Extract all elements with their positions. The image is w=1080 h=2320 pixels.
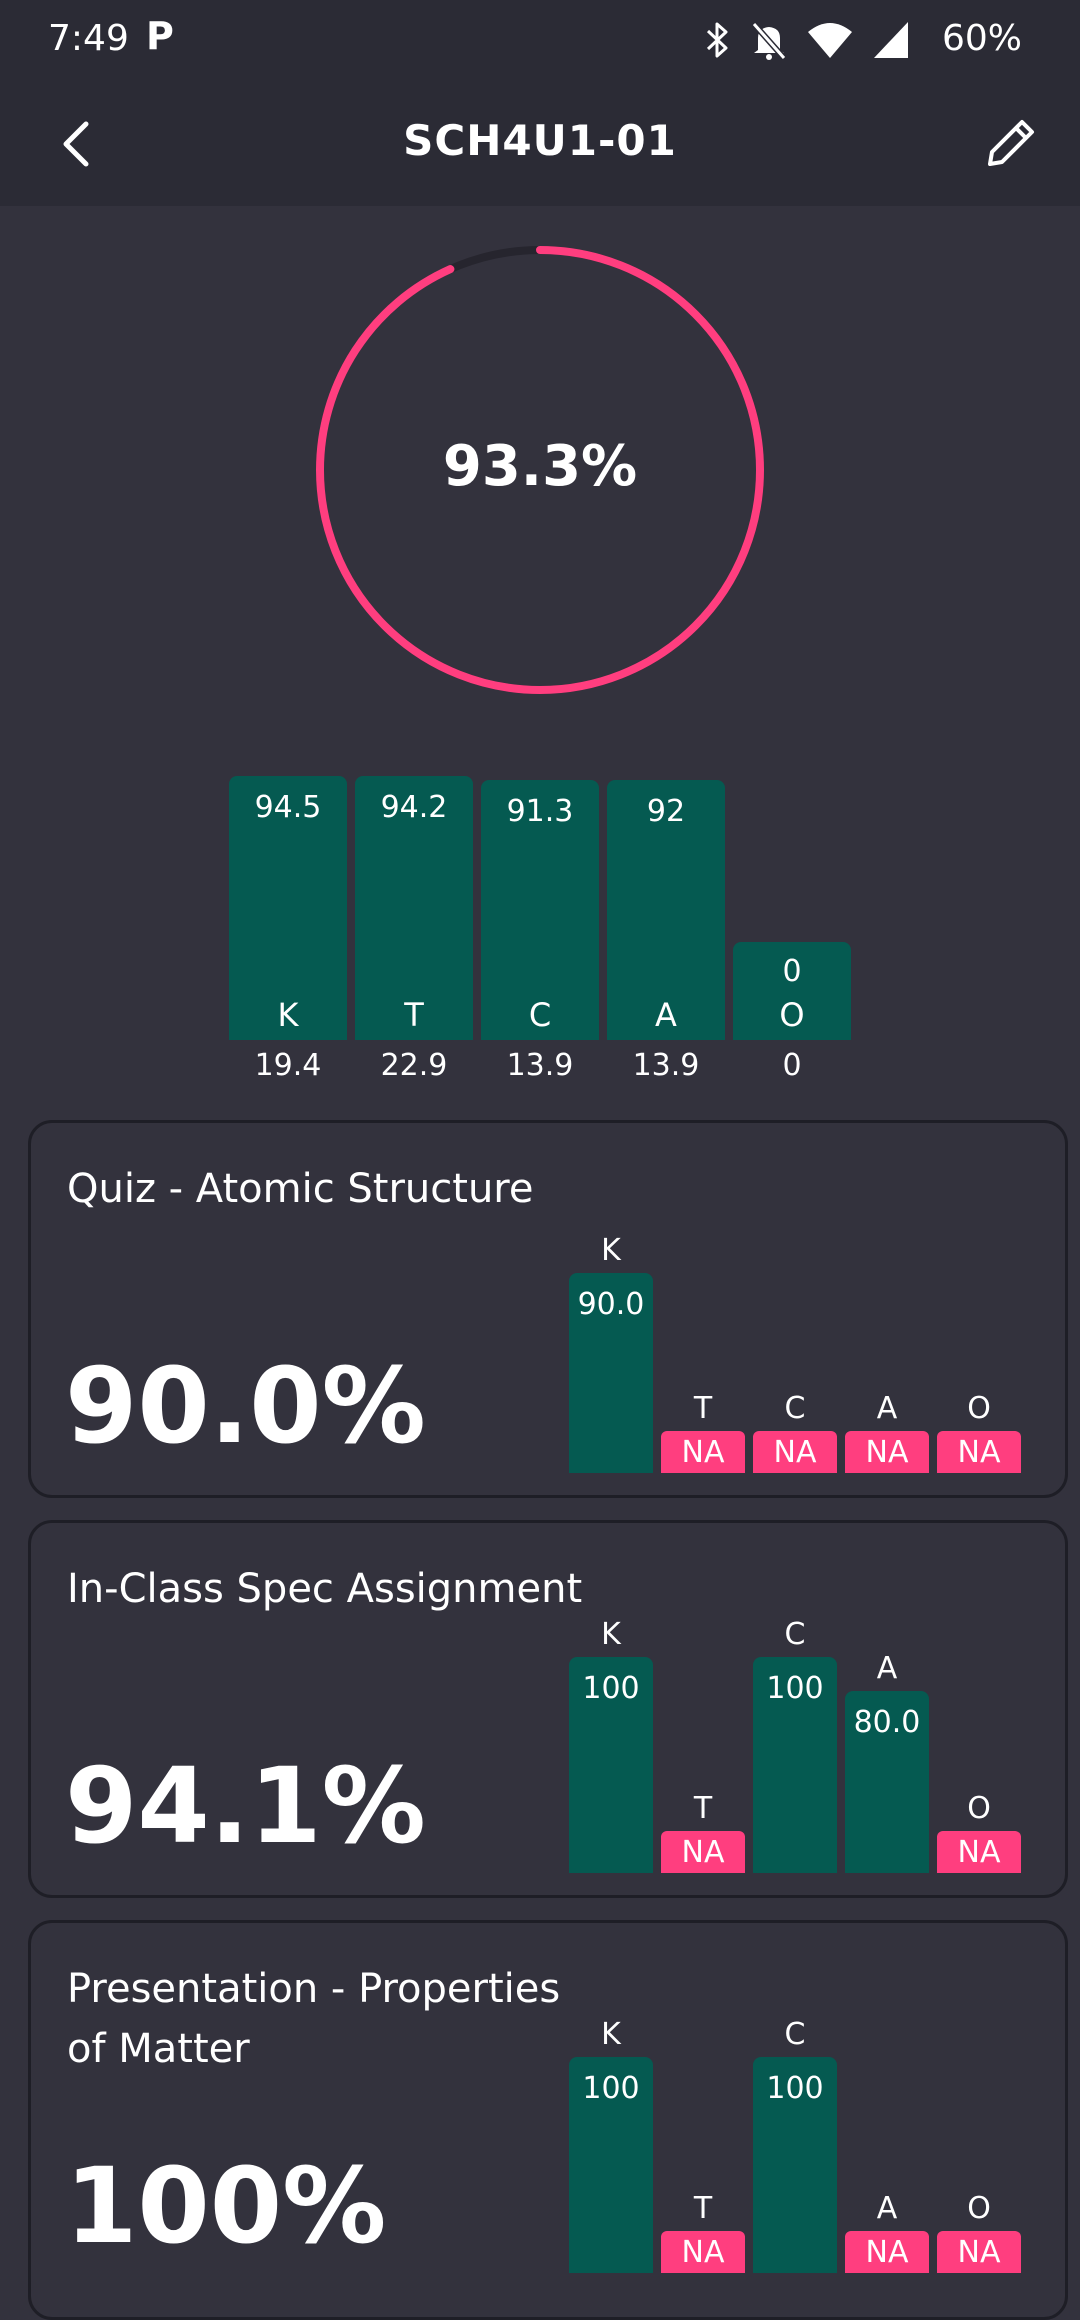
mark-bar-k: 90.0 (569, 1273, 653, 1473)
mark-label-k: K (601, 1617, 621, 1652)
mark-label-k: K (601, 1233, 621, 1268)
mark-bar-c: 100 (753, 2057, 837, 2273)
mark-label-a: A (876, 1391, 898, 1426)
mark-bar-k: 100 (569, 1657, 653, 1873)
wifi-icon (808, 23, 852, 58)
summary-value-o: 0 (782, 954, 802, 989)
mark-label-k: K (601, 2017, 621, 2052)
mark-na-t: NA (661, 1831, 745, 1873)
summary-bar-c: 91.3 C (481, 780, 599, 1040)
assessment-grade: 90.0% (65, 1345, 426, 1467)
status-bar: 7:49 P 60% (0, 0, 1080, 80)
page-title: SCH4U1-01 (403, 116, 677, 165)
mark-na-o: NA (937, 2231, 1021, 2273)
assessment-card[interactable]: Quiz - Atomic Structure 90.0% K 90.0 T N… (28, 1120, 1068, 1498)
app-notification-icon: P (146, 14, 174, 58)
assessment-title: Presentation - Properties of Matter (67, 1966, 561, 2072)
summary-label-o: O (779, 996, 805, 1034)
battery-level: 60% (941, 18, 1022, 59)
mark-na-a: NA (845, 1431, 929, 1473)
summary-bar-t: 94.2 T (355, 776, 473, 1040)
mark-label-a: A (876, 2191, 898, 2226)
summary-value-c: 91.3 (506, 794, 574, 829)
mark-na-c: NA (753, 1431, 837, 1473)
mark-label-c: C (784, 1617, 806, 1652)
mark-na-a: NA (845, 2231, 929, 2273)
mark-value-k: 100 (582, 1671, 640, 1706)
summary-label-a: A (655, 996, 677, 1034)
mark-value-a: 80.0 (853, 1705, 921, 1740)
summary-value-a: 92 (646, 794, 686, 829)
summary-label-k: K (277, 996, 299, 1034)
summary-weight-a: 13.9 (632, 1048, 700, 1083)
assessment-title: In-Class Spec Assignment (67, 1566, 583, 1612)
summary-value-t: 94.2 (380, 790, 448, 825)
mark-na-t: NA (661, 2231, 745, 2273)
mark-label-c: C (784, 2017, 806, 2052)
summary-bar-a: 92 A (607, 780, 725, 1040)
summary-weight-t: 22.9 (380, 1048, 448, 1083)
mark-bar-c: 100 (753, 1657, 837, 1873)
assessment-card[interactable]: In-Class Spec Assignment 94.1% K 100 T N… (28, 1520, 1068, 1898)
edit-button[interactable] (980, 114, 1040, 174)
app-bar: SCH4U1-01 (0, 80, 1080, 206)
mark-na-o: NA (937, 1431, 1021, 1473)
signal-icon (874, 22, 908, 58)
mark-label-c: C (784, 1391, 806, 1426)
summary-bar-o: 0 O (733, 942, 851, 1040)
assessment-card[interactable]: Presentation - Properties of Matter 100%… (28, 1920, 1068, 2320)
summary-weight-k: 19.4 (254, 1048, 322, 1083)
status-time: 7:49 (48, 18, 129, 59)
bell-off-icon (751, 22, 787, 60)
summary-label-c: C (528, 996, 552, 1034)
mark-label-t: T (693, 1791, 713, 1826)
mark-value-k: 100 (582, 2071, 640, 2106)
assessment-title: Quiz - Atomic Structure (67, 1166, 534, 1212)
mark-label-t: T (693, 1391, 713, 1426)
mark-value-k: 90.0 (577, 1287, 645, 1322)
mark-value-c: 100 (766, 2071, 824, 2106)
overall-grade: 93.3% (442, 434, 638, 499)
assessment-grade: 94.1% (65, 1745, 426, 1867)
mark-bar-k: 100 (569, 2057, 653, 2273)
summary-value-k: 94.5 (254, 790, 322, 825)
assessment-grade: 100% (65, 2145, 387, 2267)
mark-label-o: O (967, 1391, 991, 1426)
summary-weight-c: 13.9 (506, 1048, 574, 1083)
summary-label-t: T (404, 996, 424, 1034)
mark-na-t: NA (661, 1431, 745, 1473)
bluetooth-icon (706, 22, 728, 58)
summary-weight-o: 0 (782, 1048, 802, 1083)
mark-value-c: 100 (766, 1671, 824, 1706)
overall-grade-ring: 93.3% (310, 240, 770, 700)
mark-bar-a: 80.0 (845, 1691, 929, 1873)
mark-na-o: NA (937, 1831, 1021, 1873)
summary-bar-k: 94.5 K (229, 776, 347, 1040)
mark-label-o: O (967, 1791, 991, 1826)
mark-label-t: T (693, 2191, 713, 2226)
mark-label-o: O (967, 2191, 991, 2226)
status-icons (702, 16, 910, 64)
mark-label-a: A (876, 1651, 898, 1686)
